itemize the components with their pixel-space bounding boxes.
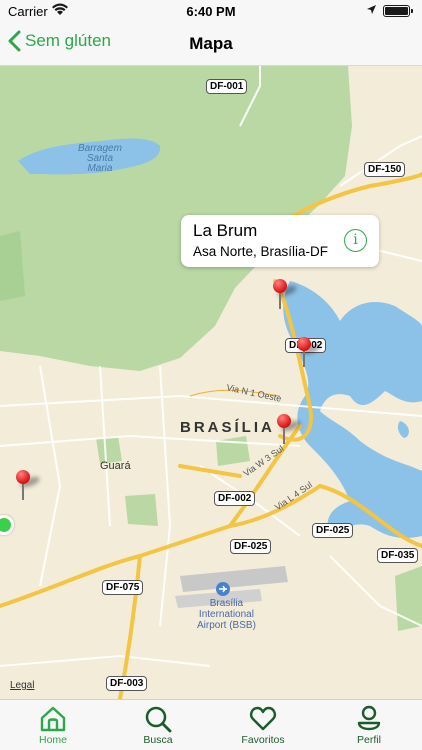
road-shield: DF-002 bbox=[214, 491, 256, 506]
city-label: BRASÍLIA bbox=[180, 419, 275, 436]
tab-label: Home bbox=[38, 734, 67, 746]
legal-link[interactable]: Legal bbox=[10, 680, 34, 691]
road-shield: DF-003 bbox=[106, 676, 148, 691]
tab-favoritos[interactable]: Favoritos bbox=[223, 700, 303, 750]
tab-bar: Home Busca Favoritos Perfil bbox=[0, 699, 422, 750]
road-shield: DF-035 bbox=[377, 548, 419, 563]
lake-label: Barragem Santa Maria bbox=[78, 143, 122, 174]
search-icon bbox=[145, 706, 172, 733]
tab-perfil[interactable]: Perfil bbox=[329, 700, 409, 750]
status-time: 6:40 PM bbox=[186, 4, 236, 19]
tab-label: Busca bbox=[143, 734, 173, 746]
map-pin[interactable] bbox=[277, 414, 302, 444]
airport-icon bbox=[216, 582, 230, 596]
guara-label: Guará bbox=[100, 460, 131, 472]
tab-home[interactable]: Home bbox=[13, 700, 93, 750]
place-callout[interactable]: La Brum Asa Norte, Brasília-DF i bbox=[181, 215, 379, 267]
tab-label: Favoritos bbox=[241, 734, 285, 746]
profile-icon bbox=[357, 705, 381, 731]
battery-icon bbox=[383, 5, 413, 17]
navigation-bar: Sem glúten Mapa bbox=[0, 22, 422, 66]
page-title: Mapa bbox=[189, 34, 233, 53]
airport-label: Brasília International Airport (BSB) bbox=[197, 598, 256, 631]
info-icon[interactable]: i bbox=[344, 229, 367, 252]
road-shield: DF-075 bbox=[102, 580, 144, 595]
location-arrow-icon bbox=[367, 5, 376, 14]
map-pin[interactable] bbox=[273, 279, 298, 309]
place-address: Asa Norte, Brasília-DF bbox=[193, 244, 329, 259]
road-shield: DF-025 bbox=[312, 523, 354, 538]
status-bar: Carrier 6:40 PM bbox=[0, 0, 422, 22]
road-shield: DF-150 bbox=[364, 162, 406, 177]
home-icon bbox=[40, 706, 66, 732]
map-pin[interactable] bbox=[297, 337, 322, 367]
heart-icon bbox=[250, 706, 276, 731]
map-pin[interactable] bbox=[16, 470, 41, 500]
tab-busca[interactable]: Busca bbox=[118, 700, 198, 750]
place-name: La Brum bbox=[193, 221, 258, 240]
tab-label: Perfil bbox=[357, 734, 381, 746]
road-shield: DF-025 bbox=[230, 539, 272, 554]
road-shield: DF-001 bbox=[206, 79, 248, 94]
map-view[interactable]: Barragem Santa Maria BRASÍLIA Guará Bras… bbox=[0, 66, 422, 699]
